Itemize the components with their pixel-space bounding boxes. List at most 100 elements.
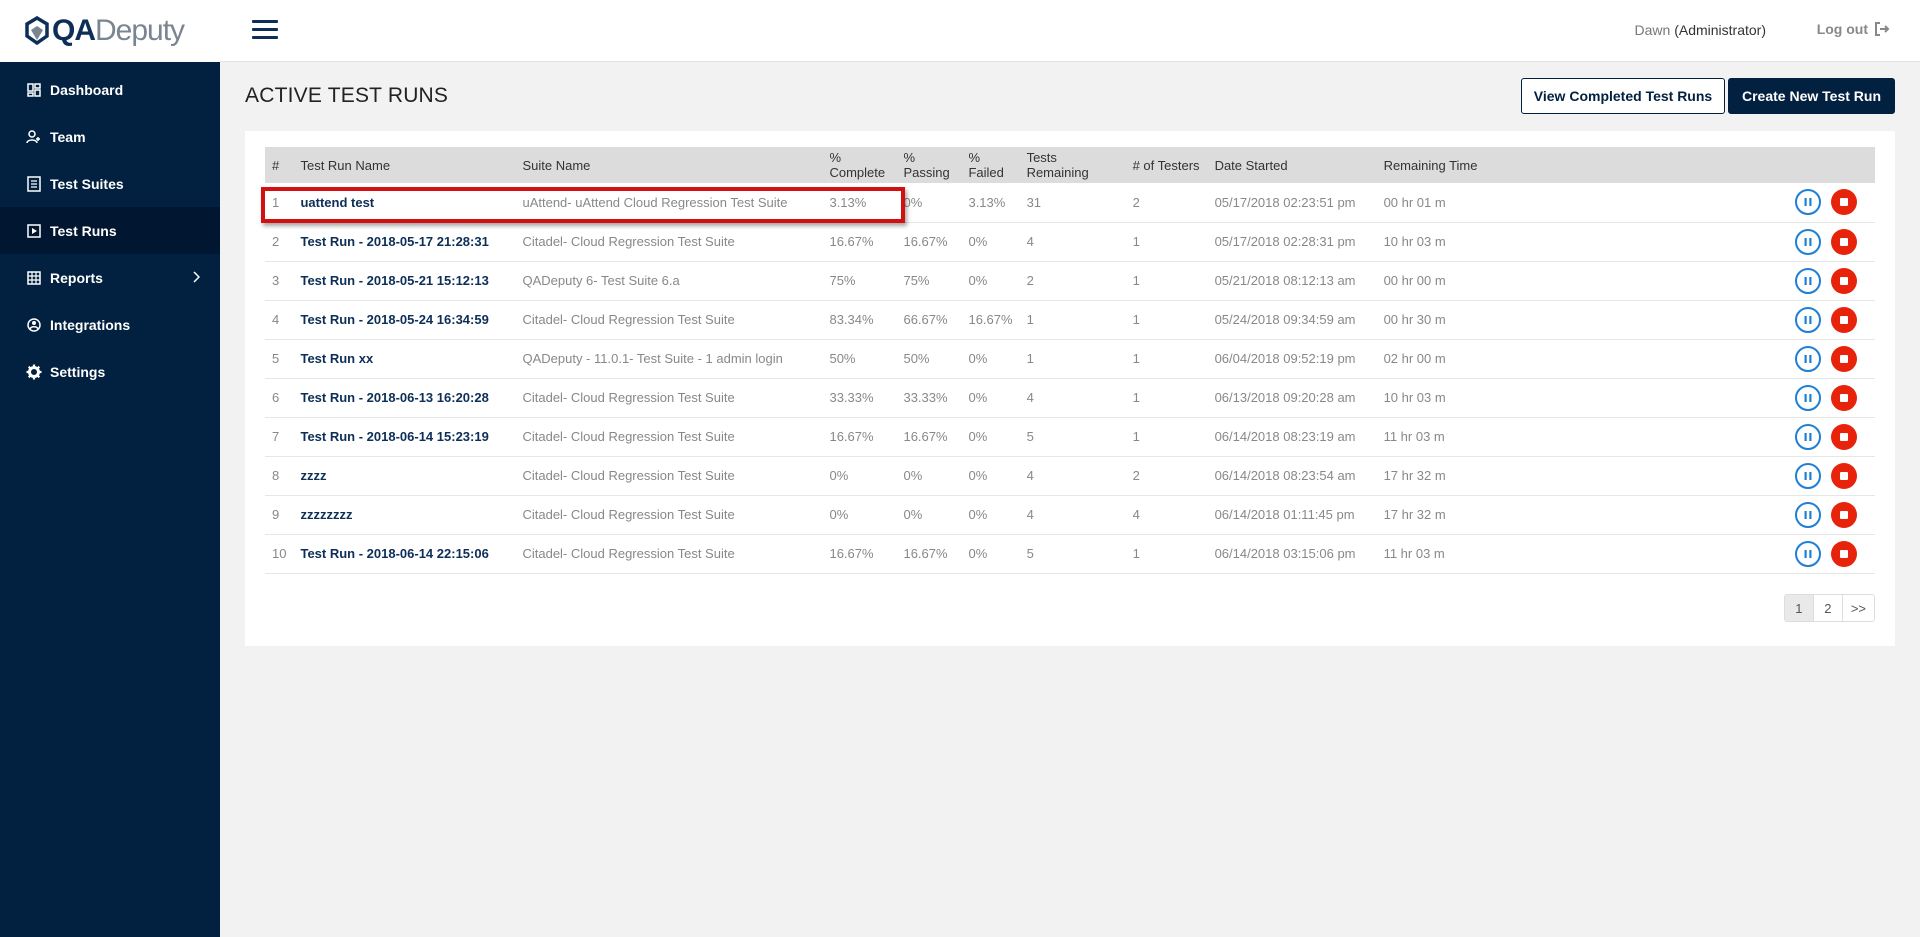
test-run-name[interactable]: Test Run xx xyxy=(293,339,515,378)
pause-button[interactable] xyxy=(1795,462,1821,489)
sidebar-item-test-runs[interactable]: Test Runs xyxy=(0,207,220,254)
percent-complete: 50% xyxy=(829,351,856,366)
page-1-button[interactable]: 1 xyxy=(1784,595,1814,621)
col-test-run-name-header[interactable]: Test Run Name xyxy=(293,147,515,183)
next-page-button[interactable]: >> xyxy=(1842,595,1874,621)
percent-failed: 0% xyxy=(968,429,988,444)
percent-passing: 16.67% xyxy=(903,234,948,249)
pause-icon xyxy=(1804,549,1812,558)
stop-button[interactable] xyxy=(1831,462,1857,489)
create-new-test-run-button[interactable]: Create New Test Run xyxy=(1728,78,1895,114)
test-run-name[interactable]: zzzz xyxy=(293,456,515,495)
pause-button[interactable] xyxy=(1795,540,1821,567)
stop-button[interactable] xyxy=(1831,228,1857,255)
qadeputy-logo-icon xyxy=(24,15,50,46)
col-suite-name-header[interactable]: Suite Name xyxy=(515,147,822,183)
remaining-time: 10 hr 03 m xyxy=(1383,234,1446,249)
test-run-name[interactable]: Test Run - 2018-06-13 16:20:28 xyxy=(293,378,515,417)
stop-button[interactable] xyxy=(1831,189,1857,216)
stop-button[interactable] xyxy=(1831,384,1857,411)
table-row[interactable]: 10 Test Run - 2018-06-14 22:15:06 Citadel-… xyxy=(265,534,1875,573)
row-number: 6 xyxy=(272,390,280,405)
number-of-testers: 1 xyxy=(1132,351,1140,366)
col-date-started-header[interactable]: Date Started xyxy=(1208,147,1377,183)
percent-failed: 0% xyxy=(968,546,988,561)
pause-button[interactable] xyxy=(1795,384,1821,411)
col-percent-complete-header[interactable]: % Complete xyxy=(822,147,896,183)
date-started: 05/17/2018 02:23:51 pm xyxy=(1214,194,1356,210)
stop-icon xyxy=(1840,198,1848,207)
stop-icon xyxy=(1840,315,1848,324)
stop-button[interactable] xyxy=(1831,423,1857,450)
test-run-name[interactable]: Test Run - 2018-06-14 22:15:06 xyxy=(293,534,515,573)
table-row[interactable]: 7 Test Run - 2018-06-14 15:23:19 Citadel- … xyxy=(265,417,1875,456)
pause-button[interactable] xyxy=(1795,501,1821,528)
pause-button[interactable] xyxy=(1795,345,1821,372)
remaining-time: 17 hr 32 m xyxy=(1383,468,1446,483)
stop-button[interactable] xyxy=(1831,267,1857,294)
row-actions xyxy=(1504,378,1875,417)
pause-icon xyxy=(1804,198,1812,207)
page-2-button[interactable]: 2 xyxy=(1813,595,1843,621)
table-row[interactable]: 1 uattend test uAttend- uAttend Cloud Regr… xyxy=(265,183,1875,222)
view-completed-test-runs-button[interactable]: View Completed Test Runs xyxy=(1521,78,1725,114)
sidebar-item-integrations[interactable]: Integrations xyxy=(0,301,220,348)
row-actions xyxy=(1504,495,1875,534)
col-number-of-testers-header[interactable]: # of Testers xyxy=(1126,147,1208,183)
row-number: 4 xyxy=(272,312,280,327)
pause-button[interactable] xyxy=(1795,189,1821,216)
pause-button[interactable] xyxy=(1795,228,1821,255)
date-started: 05/21/2018 08:12:13 am xyxy=(1214,273,1356,288)
stop-button[interactable] xyxy=(1831,540,1857,567)
sidebar-item-reports[interactable]: Reports xyxy=(0,254,220,301)
stop-button[interactable] xyxy=(1831,501,1857,528)
col-remaining-time-header[interactable]: Remaining Time xyxy=(1377,147,1504,183)
table-row[interactable]: 3 Test Run - 2018-05-21 15:12:13 QADeputy … xyxy=(265,261,1875,300)
suite-name: Citadel- Cloud Regression Test Suite xyxy=(522,468,735,483)
sidebar-item-dashboard[interactable]: Dashboard xyxy=(0,66,220,113)
sidebar-item-settings[interactable]: Settings xyxy=(0,348,220,395)
menu-toggle-icon[interactable] xyxy=(252,20,278,40)
test-run-name[interactable]: Test Run - 2018-05-24 16:34:59 xyxy=(293,300,515,339)
pause-button[interactable] xyxy=(1795,267,1821,294)
table-row[interactable]: 6 Test Run - 2018-06-13 16:20:28 Citadel- … xyxy=(265,378,1875,417)
col-number-header[interactable]: # xyxy=(265,147,293,183)
logout-label: Log out xyxy=(1816,21,1868,37)
date-started: 06/14/2018 03:15:06 pm xyxy=(1214,546,1356,561)
row-number: 3 xyxy=(272,273,280,288)
table-row[interactable]: 8 zzzz Citadel- Cloud Regression Test Suit… xyxy=(265,456,1875,495)
test-runs-card: # Test Run Name Suite Name% Complete% Pass… xyxy=(245,131,1895,646)
test-run-name[interactable]: Test Run - 2018-06-14 15:23:19 xyxy=(293,417,515,456)
number-of-testers: 1 xyxy=(1132,234,1140,249)
table-row[interactable]: 5 Test Run xx QADeputy - 11.0.1- Test Suit… xyxy=(265,339,1875,378)
logout-link[interactable]: Log out xyxy=(1817,21,1890,37)
pause-button[interactable] xyxy=(1795,306,1821,333)
sidebar-item-label: Test Runs xyxy=(50,222,117,239)
test-run-name[interactable]: uattend test xyxy=(293,183,515,222)
page-title: ACTIVE TEST RUNS xyxy=(245,84,449,107)
col-percent-failed-header[interactable]: % Failed xyxy=(961,147,1019,183)
pause-icon xyxy=(1804,510,1812,519)
pause-icon xyxy=(1804,393,1812,402)
sidebar-item-team[interactable]: Team xyxy=(0,113,220,160)
table-row[interactable]: 9 zzzzzzzz Citadel- Cloud Regression Test … xyxy=(265,495,1875,534)
table-row[interactable]: 4 Test Run - 2018-05-24 16:34:59 Citadel- … xyxy=(265,300,1875,339)
col-tests-remaining-header[interactable]: Tests Remaining xyxy=(1020,147,1126,183)
test-run-name[interactable]: Test Run - 2018-05-21 15:12:13 xyxy=(293,261,515,300)
stop-button[interactable] xyxy=(1831,345,1857,372)
row-actions xyxy=(1504,417,1875,456)
table-row[interactable]: 2 Test Run - 2018-05-17 21:28:31 Citadel- … xyxy=(265,222,1875,261)
tests-remaining: 4 xyxy=(1026,507,1034,522)
row-actions xyxy=(1504,183,1875,222)
test-run-name[interactable]: zzzzzzzz xyxy=(293,495,515,534)
row-actions xyxy=(1504,261,1875,300)
pause-button[interactable] xyxy=(1795,423,1821,450)
col-percent-passing-header[interactable]: % Passing xyxy=(896,147,961,183)
row-actions xyxy=(1504,222,1875,261)
number-of-testers: 2 xyxy=(1132,194,1140,210)
sidebar-item-test-suites[interactable]: Test Suites xyxy=(0,160,220,207)
row-number: 8 xyxy=(272,468,280,483)
test-run-name[interactable]: Test Run - 2018-05-17 21:28:31 xyxy=(293,222,515,261)
stop-button[interactable] xyxy=(1831,306,1857,333)
brand-logo[interactable]: QADeputy xyxy=(0,0,220,62)
